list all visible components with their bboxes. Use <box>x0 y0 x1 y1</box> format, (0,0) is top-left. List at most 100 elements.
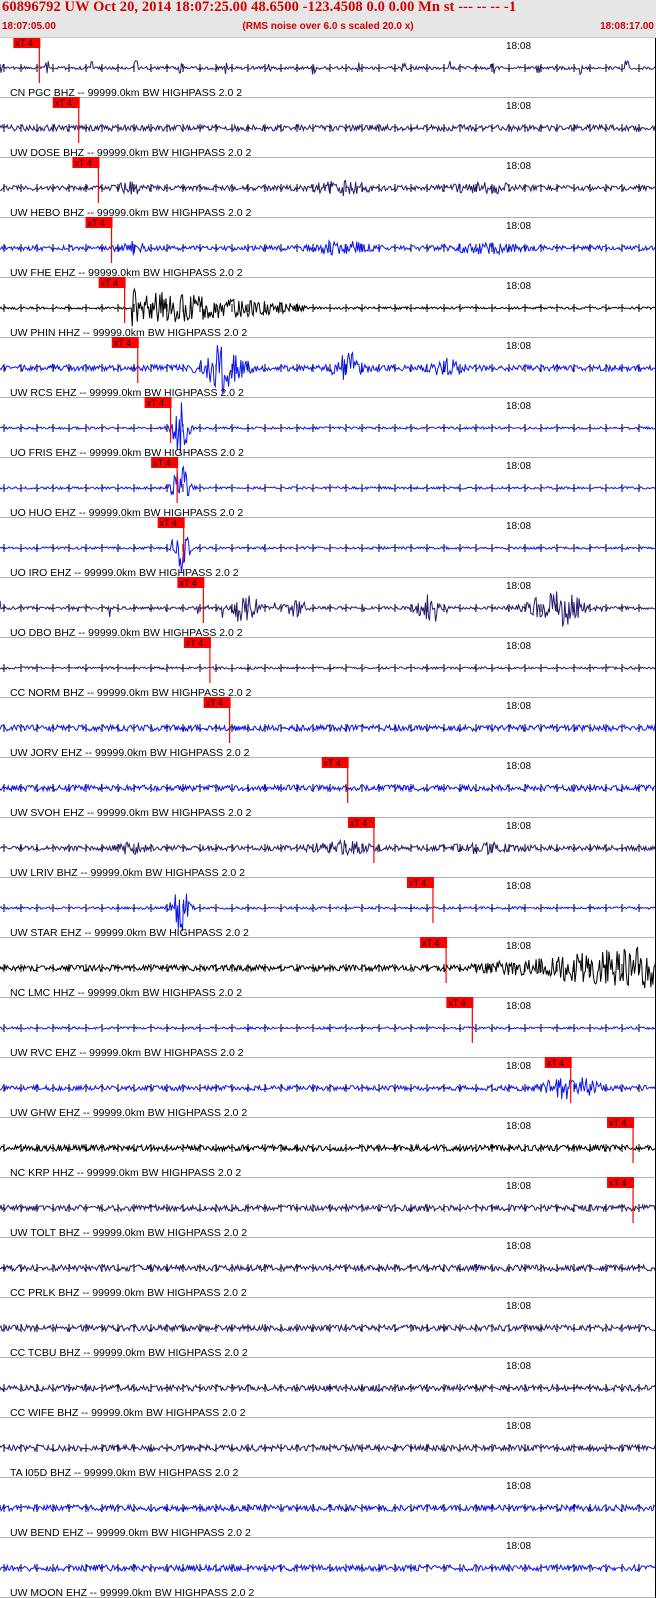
trace-row: 18:08 UW BEND EHZ -- 99999.0km BW HIGHPAS… <box>0 1481 656 1539</box>
tick-label: 18:08 <box>506 161 531 172</box>
waveform <box>0 287 656 327</box>
trace-row: 18:08 CN PGC BHZ -- 99999.0km BW HIGHPASS… <box>0 38 656 99</box>
station-label: UW HEBO BHZ -- 99999.0km BW HIGHPASS 2.0… <box>10 207 252 219</box>
pick-marker: xT 4 <box>607 1117 635 1163</box>
station-label: UW LRIV BHZ -- 99999.0km BW HIGHPASS 2.0… <box>10 867 245 879</box>
pick-label: xT 4 <box>15 38 32 48</box>
station-label: CC WIFE BHZ -- 99999.0km BW HIGHPASS 2.0… <box>10 1407 246 1419</box>
tick-label: 18:08 <box>506 941 531 952</box>
tick-label: 18:08 <box>506 1181 531 1192</box>
waveform <box>0 946 656 989</box>
waveform <box>0 60 656 76</box>
trace-row: 18:08 CC WIFE BHZ -- 99999.0km BW HIGHPAS… <box>0 1361 656 1419</box>
station-label: CC PRLK BHZ -- 99999.0km BW HIGHPASS 2.0… <box>10 1287 247 1299</box>
station-label: UW FHE EHZ -- 99999.0km BW HIGHPASS 2.0 … <box>10 267 243 279</box>
tick-label: 18:08 <box>506 821 531 832</box>
end-time: 18:08:17.00 <box>600 21 654 32</box>
pick-label: xT 4 <box>179 578 196 588</box>
waveform <box>0 1563 656 1573</box>
tick-label: 18:08 <box>506 1541 531 1552</box>
rms-note: (RMS noise over 6.0 s scaled 20.0 x) <box>242 21 414 32</box>
pick-marker: xT 4 <box>183 637 211 683</box>
tick-label: 18:08 <box>506 521 531 532</box>
pick-label: xT 4 <box>101 278 118 288</box>
trace-row: 18:08 UO IRO EHZ -- 99999.0km BW HIGHPASS… <box>0 517 656 579</box>
tick-label: 18:08 <box>506 1061 531 1072</box>
station-label: UW DOSE BHZ -- 99999.0km BW HIGHPASS 2.0… <box>10 147 252 159</box>
pick-marker: xT 4 <box>98 277 126 323</box>
pick-label: xT 4 <box>409 878 426 888</box>
tick-label: 18:08 <box>506 761 531 772</box>
pick-marker: xT 4 <box>111 337 139 383</box>
pick-marker: xT 4 <box>13 38 41 83</box>
tick-label: 18:08 <box>506 41 531 52</box>
station-label: UW RVC EHZ -- 99999.0km BW HIGHPASS 2.0 … <box>10 1047 244 1059</box>
trace-row: 18:08 NC KRP HHZ -- 99999.0km BW HIGHPASS… <box>0 1117 656 1179</box>
station-label: NC KRP HHZ -- 99999.0km BW HIGHPASS 2.0 … <box>10 1167 241 1179</box>
tick-label: 18:08 <box>506 1001 531 1012</box>
trace-row: 18:08 CC PRLK BHZ -- 99999.0km BW HIGHPAS… <box>0 1241 656 1299</box>
waveform <box>0 1503 656 1513</box>
pick-label: xT 4 <box>55 98 72 108</box>
pick-marker: xT 4 <box>203 697 231 743</box>
trace-row: 18:08 UW LRIV BHZ -- 99999.0km BW HIGHPAS… <box>0 817 656 879</box>
waveform <box>0 723 656 733</box>
tick-label: 18:08 <box>506 1241 531 1252</box>
trace-row: 18:08UO DBO BHZ -- 99999.0km BW HIGHPASS… <box>0 577 656 639</box>
pick-marker: xT 4 <box>72 157 100 203</box>
waveform <box>0 1383 656 1393</box>
tick-label: 18:08 <box>506 1361 531 1372</box>
pick-label: xT 4 <box>609 1118 626 1128</box>
station-label: UW TOLT BHZ -- 99999.0km BW HIGHPASS 2.0… <box>10 1227 247 1239</box>
waveform <box>0 665 656 671</box>
trace-row: 18:08 UW DOSE BHZ -- 99999.0km BW HIGHPAS… <box>0 97 656 159</box>
trace-row: 18:08 UW SVOH EHZ -- 99999.0km BW HIGHPAS… <box>0 757 656 819</box>
pick-marker: xT 4 <box>446 997 474 1043</box>
trace-row: 18:08 UW FHE EHZ -- 99999.0km BW HIGHPASS… <box>0 217 656 279</box>
waveform <box>0 1203 656 1213</box>
trace-row: 18:08 UW RCS EHZ -- 99999.0km BW HIGHPASS… <box>0 337 656 399</box>
pick-label: xT 4 <box>448 998 465 1008</box>
waveform <box>0 783 656 793</box>
waveform <box>0 838 656 857</box>
waveform <box>0 893 656 932</box>
station-label: UW MOON EHZ -- 99999.0km BW HIGHPASS 2.0… <box>10 1587 254 1598</box>
station-label: UO IRO EHZ -- 99999.0km BW HIGHPASS 2.0 … <box>10 567 239 579</box>
tick-label: 18:08 <box>506 641 531 652</box>
station-label: UO FRIS EHZ -- 99999.0km BW HIGHPASS 2.0… <box>10 447 244 459</box>
event-title: 60896792 UW Oct 20, 2014 18:07:25.00 48.… <box>2 0 517 15</box>
pick-marker: xT 4 <box>420 937 448 983</box>
waveform <box>0 239 656 257</box>
pick-marker: xT 4 <box>321 757 349 803</box>
trace-row: 18:08 UW JORV EHZ -- 99999.0km BW HIGHPAS… <box>0 697 656 759</box>
pick-label: xT 4 <box>114 338 131 348</box>
tick-label: 18:08 <box>506 701 531 712</box>
tick-label: 18:08 <box>506 461 531 472</box>
pick-label: xT 4 <box>160 518 177 528</box>
waveform <box>0 1143 656 1153</box>
pick-marker: xT 4 <box>607 1177 635 1223</box>
waveform <box>0 591 656 627</box>
trace-row: 18:08 NC LMC HHZ -- 99999.0km BW HIGHPASS… <box>0 937 656 999</box>
pick-label: xT 4 <box>350 818 367 828</box>
tick-label: 18:08 <box>506 101 531 112</box>
pick-marker: xT 4 <box>347 817 375 863</box>
pick-marker: xT 4 <box>144 397 172 443</box>
station-label: TA I05D BHZ -- 99999.0km BW HIGHPASS 2.0… <box>10 1467 239 1479</box>
trace-row: 18:08 TA I05D BHZ -- 99999.0km BW HIGHPAS… <box>0 1421 656 1479</box>
header-bar: 60896792 UW Oct 20, 2014 18:07:25.00 48.… <box>0 0 656 38</box>
station-label: UW SVOH EHZ -- 99999.0km BW HIGHPASS 2.0… <box>10 807 252 819</box>
pick-label: xT 4 <box>206 698 223 708</box>
seismogram-panel: 18:08 CN PGC BHZ -- 99999.0km BW HIGHPASS… <box>0 38 656 1598</box>
trace-row: 18:08 CC TCBU BHZ -- 99999.0km BW HIGHPAS… <box>0 1301 656 1359</box>
waveform <box>0 465 656 497</box>
pick-label: xT 4 <box>609 1178 626 1188</box>
station-label: UO HUO EHZ -- 99999.0km BW HIGHPASS 2.0 … <box>10 507 243 519</box>
station-label: CC TCBU BHZ -- 99999.0km BW HIGHPASS 2.0… <box>10 1347 248 1359</box>
pick-label: xT 4 <box>153 458 170 468</box>
tick-label: 18:08 <box>506 581 531 592</box>
waveform <box>0 123 656 133</box>
pick-marker: xT 4 <box>85 217 113 263</box>
station-label: UW BEND EHZ -- 99999.0km BW HIGHPASS 2.0… <box>10 1527 251 1539</box>
tick-label: 18:08 <box>506 1301 531 1312</box>
